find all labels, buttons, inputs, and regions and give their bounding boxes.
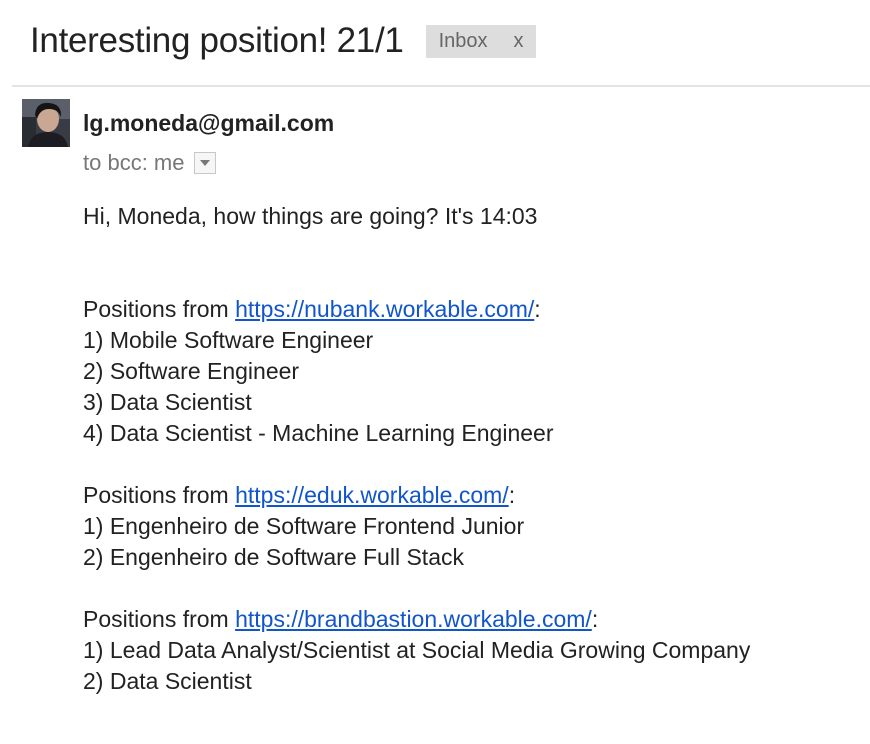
position-item: 1) Engenheiro de Software Frontend Junio…	[83, 513, 525, 539]
avatar[interactable]	[22, 99, 70, 147]
sender-email: lg.moneda@gmail.com	[83, 110, 335, 136]
email-body: Hi, Moneda, how things are going? It's 1…	[83, 201, 863, 697]
chevron-down-icon	[200, 160, 211, 166]
email-subject: Interesting position! 21/1	[30, 21, 404, 60]
section-header: Positions from https://nubank.workable.c…	[83, 296, 541, 322]
inbox-label[interactable]: Inbox x	[425, 24, 536, 58]
recipients: to bcc: me	[83, 150, 217, 176]
recipients-text: to bcc: me	[83, 150, 185, 175]
position-item: 2) Data Scientist	[83, 668, 252, 694]
company-link[interactable]: https://brandbastion.workable.com/	[235, 606, 592, 632]
show-details-button[interactable]	[194, 152, 217, 174]
position-item: 2) Engenheiro de Software Full Stack	[83, 544, 464, 570]
position-item: 3) Data Scientist	[83, 389, 252, 415]
position-item: 4) Data Scientist - Machine Learning Eng…	[83, 420, 554, 446]
company-link[interactable]: https://nubank.workable.com/	[235, 296, 534, 322]
remove-label-button[interactable]: x	[514, 30, 524, 53]
company-link[interactable]: https://eduk.workable.com/	[235, 482, 509, 508]
section-header: Positions from https://brandbastion.work…	[83, 606, 599, 632]
position-item: 1) Lead Data Analyst/Scientist at Social…	[83, 637, 751, 663]
inbox-label-text: Inbox	[438, 29, 488, 52]
position-item: 1) Mobile Software Engineer	[83, 327, 374, 353]
section-header: Positions from https://eduk.workable.com…	[83, 482, 516, 508]
header-divider	[12, 85, 870, 87]
position-item: 2) Software Engineer	[83, 358, 300, 384]
greeting-text: Hi, Moneda, how things are going? It's 1…	[83, 203, 538, 229]
subject-row: Interesting position! 21/1 Inbox x	[30, 18, 536, 64]
